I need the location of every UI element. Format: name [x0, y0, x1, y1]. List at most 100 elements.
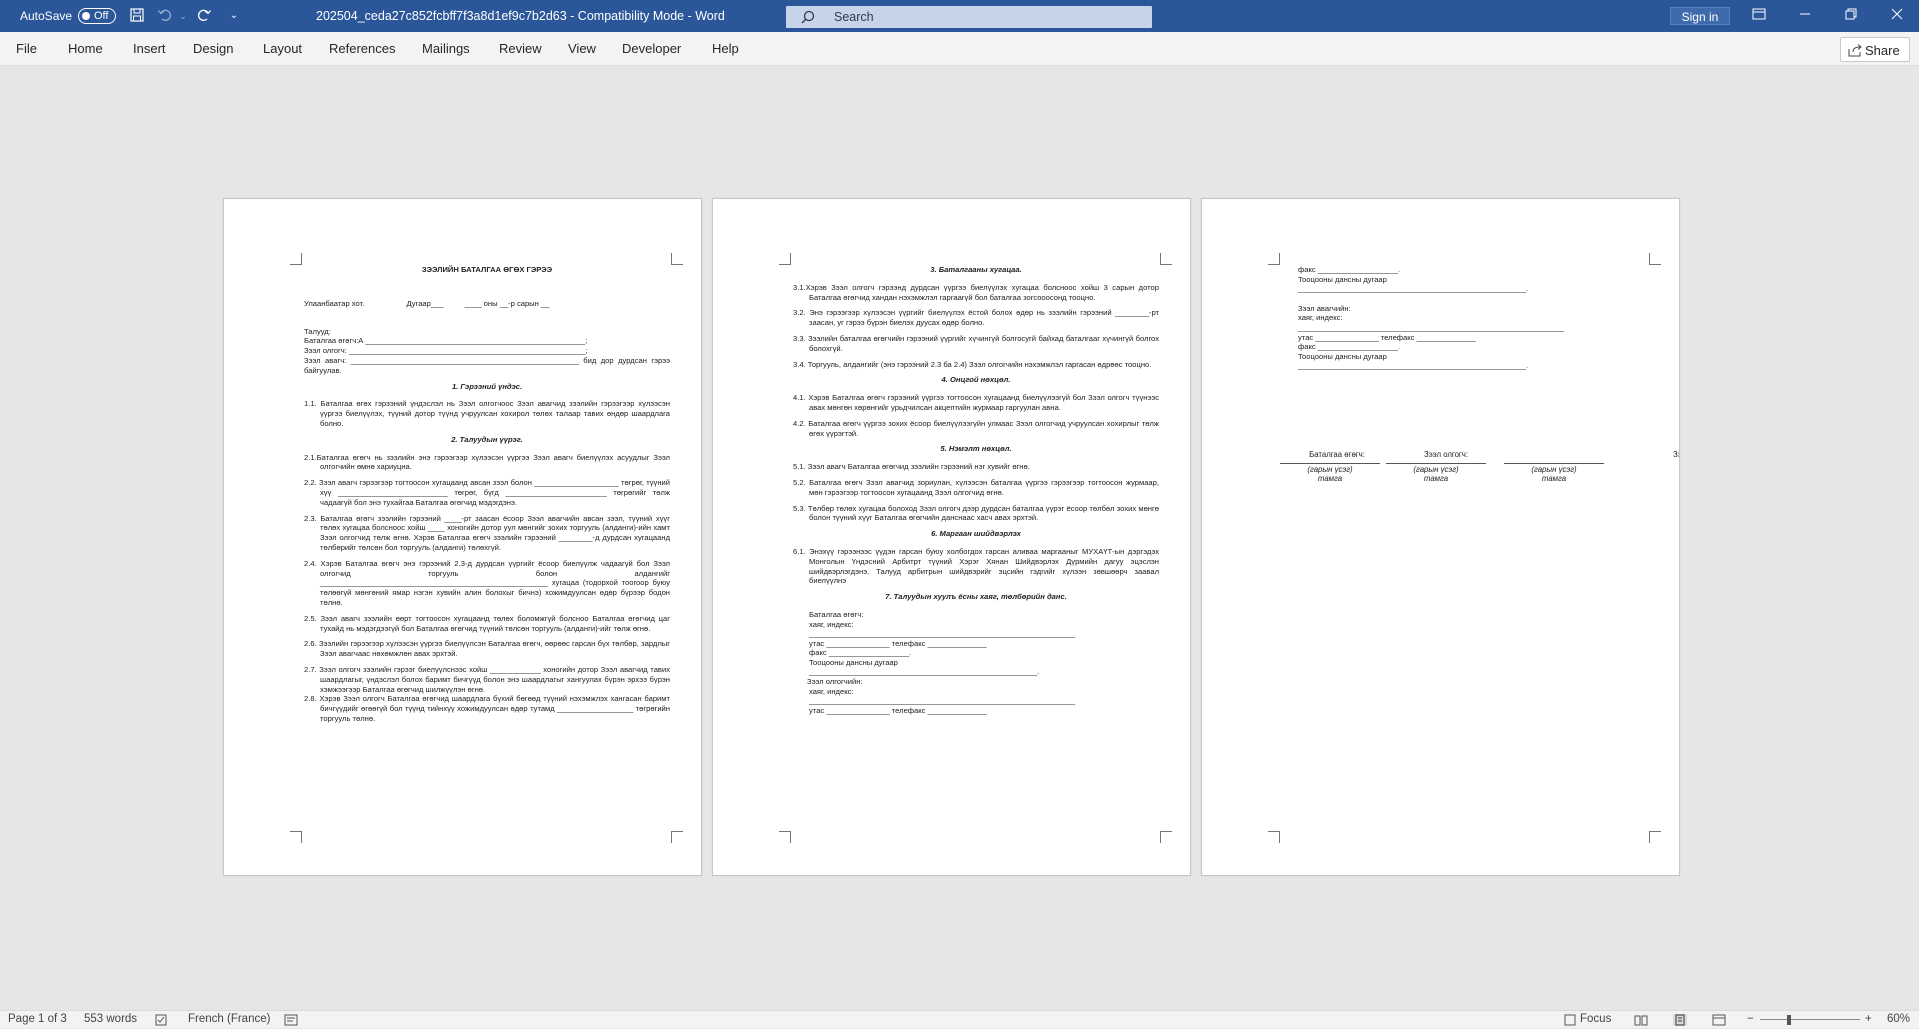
print-layout-icon[interactable]: [1673, 1014, 1687, 1026]
signature-role: Зээл олгогч:: [1423, 450, 1468, 459]
focus-label[interactable]: Focus: [1580, 1013, 1611, 1025]
signature-role: Зээл авагч:: [1672, 450, 1679, 459]
share-button[interactable]: Share: [1840, 37, 1910, 62]
autosave-state: Off: [94, 10, 109, 22]
crop-mark: [1268, 253, 1280, 265]
party-line: Зээл олгогч: ___________________________…: [304, 346, 588, 356]
tab-review[interactable]: Review: [499, 41, 542, 56]
clause: 3.1.Хэрэв Зээл олгогч гэрээнд дурдсан үү…: [793, 282, 1159, 302]
undo-dropdown-icon[interactable]: ⌄: [174, 7, 192, 25]
guarantor-line: факс ___________________.: [809, 648, 912, 658]
share-label: Share: [1865, 43, 1900, 58]
crop-mark: [671, 253, 683, 265]
borrower-line: утас _______________ телефакс __________…: [1298, 332, 1476, 342]
borrower-line: Тооцооны дансны дугаар: [1298, 351, 1387, 361]
focus-icon[interactable]: [1563, 1014, 1577, 1026]
minimize-icon[interactable]: [1793, 4, 1817, 28]
section-heading: 5. Нэмэлт нөхцөл.: [940, 444, 1012, 454]
search-icon: [800, 9, 818, 25]
lender-line: ________________________________________…: [809, 696, 1076, 706]
crop-mark: [779, 831, 791, 843]
language-indicator[interactable]: French (France): [188, 1013, 270, 1025]
clause: 2.1.Баталгаа өгөгч нь зээлийн энэ гэрээг…: [304, 452, 670, 472]
autosave-label: AutoSave: [20, 9, 73, 23]
autosave-toggle[interactable]: Off: [78, 8, 116, 24]
signature-caption: (гарын үсэг): [1386, 463, 1486, 474]
document-title-heading: ЗЭЭЛИЙН БАТАЛГАА ӨГӨХ ГЭРЭЭ: [421, 265, 553, 274]
undo-icon[interactable]: [156, 7, 174, 25]
document-title: 202504_ceda27c852fcbff7f3a8d1ef9c7b2d63 …: [316, 9, 725, 23]
lender-line: хаяг, индекс:: [809, 686, 854, 696]
read-mode-icon[interactable]: [1634, 1014, 1648, 1026]
customize-toolbar-icon[interactable]: ⌄: [225, 7, 243, 25]
signature-block: Зээл авагч: (гарын үсэг) тамга: [1504, 450, 1679, 483]
document-page-3[interactable]: факс ___________________. Тооцооны дансн…: [1201, 198, 1680, 876]
tab-references[interactable]: References: [329, 41, 395, 56]
web-layout-icon[interactable]: [1712, 1014, 1726, 1026]
crop-mark: [1160, 831, 1172, 843]
guarantor-line: ________________________________________…: [809, 629, 1076, 639]
borrower-line: ________________________________________…: [1298, 322, 1565, 332]
ribbon-tabs: File Home Insert Design Layout Reference…: [0, 32, 1919, 66]
ribbon-display-options-icon[interactable]: [1747, 4, 1771, 28]
share-icon: [1848, 43, 1862, 57]
seal-caption: тамга: [1423, 474, 1449, 483]
zoom-slider[interactable]: [1760, 1019, 1860, 1020]
zoom-in-button[interactable]: +: [1865, 1013, 1872, 1025]
close-icon[interactable]: [1885, 4, 1909, 28]
crop-mark: [290, 831, 302, 843]
tab-layout[interactable]: Layout: [263, 41, 302, 56]
crop-mark: [1649, 831, 1661, 843]
lender-line: Зээл олгогчийн:: [807, 677, 863, 687]
section-heading: 3. Баталгааны хугацаа.: [930, 265, 1022, 274]
document-page-1[interactable]: ЗЭЭЛИЙН БАТАЛГАА ӨГӨХ ГЭРЭЭ Улаанбаатар …: [223, 198, 702, 876]
borrower-line: Зээл авагчийн:: [1298, 303, 1351, 313]
section-heading: 7. Талуудын хуулъ ёсны хаяг, төлбөрийн д…: [885, 592, 1067, 602]
seal-caption: тамга: [1541, 474, 1567, 483]
restore-icon[interactable]: [1839, 4, 1863, 28]
signature-block: Баталгаа өгөгч: (гарын үсэг) тамга: [1280, 450, 1380, 483]
tab-help[interactable]: Help: [712, 41, 739, 56]
page-count[interactable]: Page 1 of 3: [8, 1013, 67, 1025]
tab-home[interactable]: Home: [68, 41, 103, 56]
clause: 2.2. Зээл авагч гэрээгээр тогтоосон хуга…: [304, 478, 670, 507]
zoom-out-button[interactable]: −: [1747, 1013, 1754, 1025]
clause: 1.1. Баталгаа өгөх гэрээний үндэслэл нь …: [304, 399, 670, 428]
party-line: Зээл авагч: ____________________________…: [304, 355, 670, 375]
tab-view[interactable]: View: [568, 41, 596, 56]
lender-line: утас _______________ телефакс __________…: [809, 705, 987, 715]
clause: 5.2. Баталгаа өгөгч Зээл авагчид зориула…: [793, 477, 1159, 497]
macro-recording-icon[interactable]: [284, 1014, 298, 1026]
word-count[interactable]: 553 words: [84, 1013, 137, 1025]
search-box[interactable]: Search: [786, 6, 1152, 28]
guarantor-line: ________________________________________…: [809, 667, 1040, 677]
title-bar: AutoSave Off ⌄ ⌄ 202504_ceda27c852fcbff7…: [0, 0, 1919, 32]
crop-mark: [1268, 831, 1280, 843]
zoom-slider-thumb[interactable]: [1787, 1015, 1791, 1025]
redo-icon[interactable]: [195, 7, 213, 25]
tab-design[interactable]: Design: [193, 41, 233, 56]
signature-caption: (гарын үсэг): [1504, 463, 1604, 474]
clause: 5.3. Төлбөр төлөх хугацаа болоход Зээл о…: [793, 503, 1159, 523]
clause: 3.3. Зээлийн баталгаа өгөгчийн гэрээний …: [793, 333, 1159, 353]
save-icon[interactable]: [128, 7, 146, 25]
tab-mailings[interactable]: Mailings: [422, 41, 470, 56]
document-page-2[interactable]: 3. Баталгааны хугацаа. 3.1.Хэрэв Зээл ол…: [712, 198, 1191, 876]
tab-file[interactable]: File: [16, 41, 37, 56]
search-placeholder: Search: [834, 10, 874, 24]
tab-insert[interactable]: Insert: [133, 41, 166, 56]
guarantor-line: утас _______________ телефакс __________…: [809, 638, 987, 648]
clause: 3.2. Энэ гэрээгээр хүлээсэн үүргийг биел…: [793, 308, 1159, 328]
tab-developer[interactable]: Developer: [622, 41, 681, 56]
parties-heading: Талууд:: [304, 326, 331, 336]
status-bar: Page 1 of 3 553 words French (France) Fo…: [0, 1010, 1919, 1028]
section-heading: 4. Онцгой нөхцөл.: [941, 375, 1011, 385]
clause: 2.8. Хэрэв Зээл олгогч Баталгаа өгөгчид …: [304, 694, 670, 723]
signature-role: Баталгаа өгөгч:: [1309, 450, 1365, 459]
section-heading: 6. Маргаан шийдвэрлэх: [931, 529, 1021, 539]
sign-in-button[interactable]: Sign in: [1670, 7, 1730, 25]
proofing-icon[interactable]: [155, 1014, 169, 1026]
crop-mark: [1160, 253, 1172, 265]
zoom-level[interactable]: 60%: [1887, 1013, 1910, 1025]
clause: 6.1. Энэхүү гэрээнээс үүдэн гарсан буюу …: [793, 546, 1159, 586]
